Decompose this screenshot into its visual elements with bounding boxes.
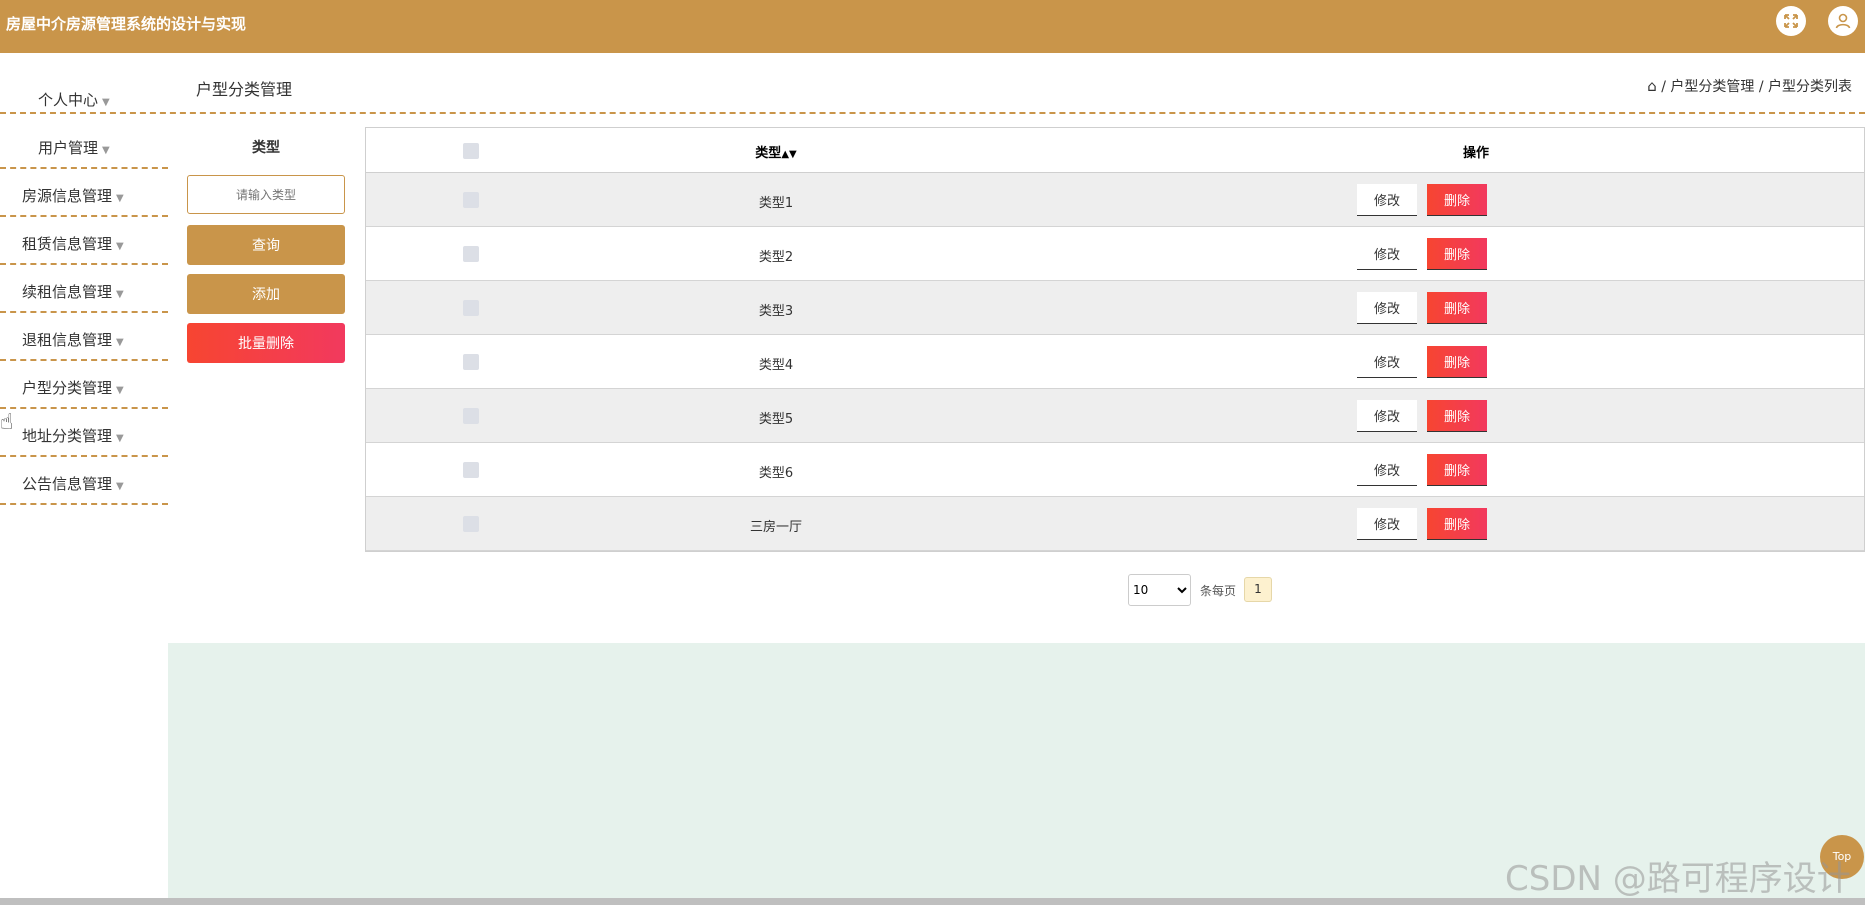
row-checkbox[interactable] [463,300,479,316]
row-type: 类型6 [758,466,794,481]
breadcrumb: ⌂ / 户型分类管理 / 户型分类列表 [1647,77,1852,95]
delete-button[interactable]: 删除 [1427,508,1487,540]
sidebar-item-label: 个人中心 [38,91,99,109]
add-button[interactable]: 添加 [187,274,345,314]
sidebar-item-label: 用户管理 [38,139,99,157]
row-type: 类型3 [758,304,794,319]
sidebar-item-listings[interactable]: 房源信息管理 ▼ [0,169,168,217]
edit-button[interactable]: 修改 [1357,238,1417,270]
sidebar-item-users[interactable]: 用户管理 ▼ [0,121,168,169]
sidebar-item-renewals[interactable]: 续租信息管理 ▼ [0,265,168,313]
edit-button[interactable]: 修改 [1357,400,1417,432]
batch-delete-button[interactable]: 批量删除 [187,323,345,363]
table-row: 类型1 修改 删除 [366,173,1864,227]
table-row: 类型5 修改 删除 [366,389,1864,443]
watermark: CSDN @路可程序设计 [1505,859,1851,899]
breadcrumb-level2: 户型分类列表 [1768,79,1852,95]
edit-button[interactable]: 修改 [1357,292,1417,324]
room-type-table: 类型▲▼ 操作 类型1 修改 删除 类型2 修改 删除 类型3 修改 删除 类型… [365,127,1865,552]
delete-button[interactable]: 删除 [1427,292,1487,324]
row-checkbox[interactable] [463,192,479,208]
caret-down-icon: ▼ [116,481,124,492]
caret-down-icon: ▼ [116,337,124,348]
sidebar-item-rentals[interactable]: 租赁信息管理 ▼ [0,217,168,265]
delete-button[interactable]: 删除 [1427,454,1487,486]
sidebar-item-label: 退租信息管理 [22,331,113,349]
search-type-label: 类型 [252,140,280,156]
sidebar-item-label: 租赁信息管理 [22,235,113,253]
top-bar: 房屋中介房源管理系统的设计与实现 [0,0,1865,53]
delete-button[interactable]: 删除 [1427,400,1487,432]
row-type: 类型2 [758,250,794,265]
user-button[interactable] [1828,6,1858,36]
fullscreen-button[interactable] [1776,6,1806,36]
edit-button[interactable]: 修改 [1357,454,1417,486]
sidebar-item-notices[interactable]: 公告信息管理 ▼ [0,457,168,505]
column-header-type[interactable]: 类型▲▼ [676,142,876,161]
page-title: 户型分类管理 [196,80,293,99]
sidebar-item-addresses[interactable]: 地址分类管理 ▼ [0,409,168,457]
row-type: 类型5 [758,412,794,427]
delete-button[interactable]: 删除 [1427,238,1487,270]
sidebar-item-checkouts[interactable]: 退租信息管理 ▼ [0,313,168,361]
query-button[interactable]: 查询 [187,225,345,265]
per-page-label: 条每页 [1200,584,1237,598]
row-type: 类型4 [758,358,794,373]
user-icon [1835,13,1851,29]
sidebar-item-room-types[interactable]: 户型分类管理 ▼ [0,361,168,409]
row-checkbox[interactable] [463,354,479,370]
sidebar: 个人中心 ▼ 用户管理 ▼ 房源信息管理 ▼ 租赁信息管理 ▼ 续租信息管理 ▼ 退租信息… [0,53,168,905]
row-checkbox[interactable] [463,408,479,424]
sidebar-item-label: 房源信息管理 [22,187,113,205]
type-search-input[interactable] [187,175,345,214]
sidebar-item-label: 续租信息管理 [22,283,113,301]
table-row: 类型2 修改 删除 [366,227,1864,281]
edit-button[interactable]: 修改 [1357,508,1417,540]
sidebar-item-label: 户型分类管理 [22,379,113,397]
table-header: 类型▲▼ 操作 [366,128,1864,173]
app-title: 房屋中介房源管理系统的设计与实现 [6,15,247,33]
delete-button[interactable]: 删除 [1427,184,1487,216]
hand-pointer-icon: ☝ [0,410,14,435]
table-row: 类型4 修改 删除 [366,335,1864,389]
row-checkbox[interactable] [463,516,479,532]
horizontal-scrollbar[interactable] [0,898,1865,905]
table-row: 类型3 修改 删除 [366,281,1864,335]
row-type: 三房一厅 [749,520,802,535]
row-checkbox[interactable] [463,246,479,262]
caret-down-icon: ▼ [102,97,110,108]
row-checkbox[interactable] [463,462,479,478]
column-header-actions: 操作 [1462,146,1489,161]
header-divider [0,112,1865,114]
sidebar-item-label: 公告信息管理 [22,475,113,493]
expand-icon [1784,14,1798,28]
page-size-select[interactable]: 10 [1128,574,1191,606]
sidebar-item-label: 地址分类管理 [22,427,113,445]
edit-button[interactable]: 修改 [1357,184,1417,216]
edit-button[interactable]: 修改 [1357,346,1417,378]
caret-down-icon: ▼ [116,385,124,396]
page-number-button[interactable]: 1 [1244,577,1272,602]
breadcrumb-level1[interactable]: 户型分类管理 [1670,79,1754,95]
caret-down-icon: ▼ [102,145,110,156]
caret-down-icon: ▼ [116,241,124,252]
caret-down-icon: ▼ [116,433,124,444]
table-row: 三房一厅 修改 删除 [366,497,1864,551]
select-all-checkbox[interactable] [463,143,479,159]
caret-down-icon: ▼ [116,289,124,300]
caret-down-icon: ▼ [116,193,124,204]
sort-icon[interactable]: ▲▼ [781,149,796,160]
row-type: 类型1 [758,196,794,211]
home-icon[interactable]: ⌂ [1647,77,1657,95]
delete-button[interactable]: 删除 [1427,346,1487,378]
table-row: 类型6 修改 删除 [366,443,1864,497]
